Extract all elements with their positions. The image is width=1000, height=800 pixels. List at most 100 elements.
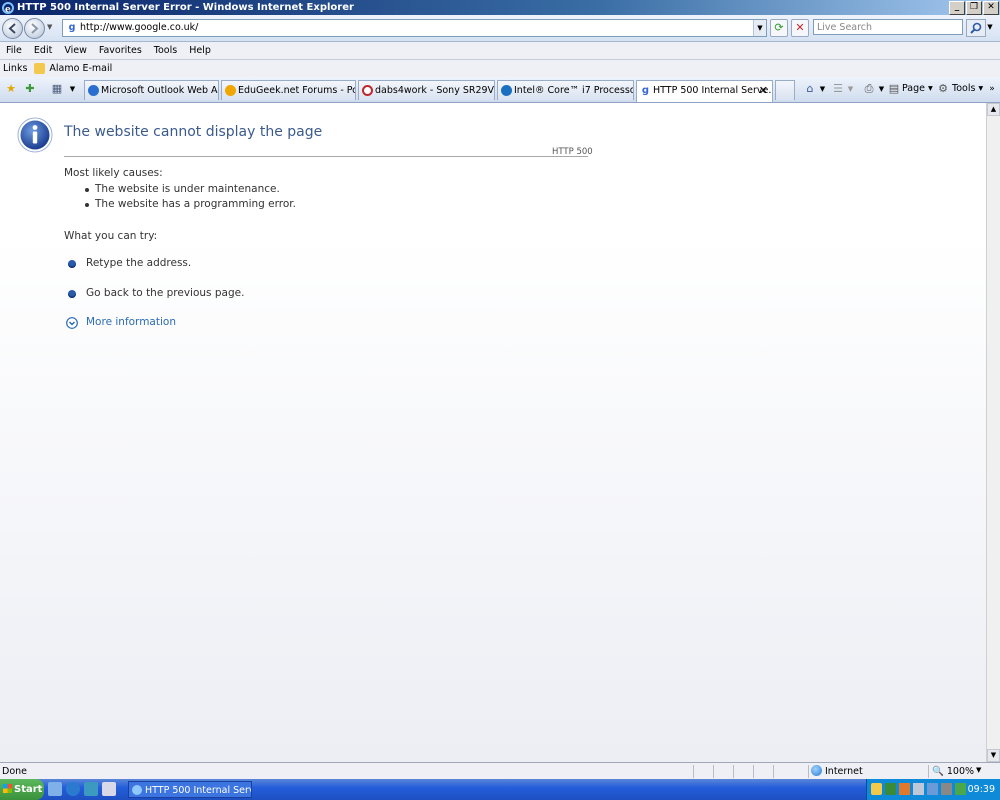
tab-outlook[interactable]: Microsoft Outlook Web Access: [84, 80, 219, 100]
system-tray: 09:39: [866, 779, 1000, 800]
tray-app-icon[interactable]: [899, 783, 910, 795]
security-zone: Internet: [825, 766, 863, 777]
stop-button[interactable]: ✕: [791, 19, 809, 37]
page-icon: ▤: [888, 82, 900, 95]
action-item: Go back to the previous page.: [86, 287, 245, 299]
chevron-more-icon[interactable]: »: [986, 80, 998, 98]
link-alamo-email[interactable]: Alamo E-mail: [49, 63, 112, 74]
task-label: HTTP 500 Internal Serve...: [145, 785, 251, 796]
shield-icon[interactable]: [871, 783, 882, 795]
quicklaunch-ie-icon[interactable]: [66, 782, 80, 796]
recent-pages-dropdown-icon[interactable]: ▼: [47, 23, 52, 31]
address-url: http://www.google.co.uk/: [80, 22, 199, 33]
add-to-favorites-icon[interactable]: ✚: [22, 80, 38, 98]
tab-http500[interactable]: g HTTP 500 Internal Serve... ✕: [636, 80, 773, 102]
error-title: The website cannot display the page: [64, 124, 323, 140]
print-dropdown-icon[interactable]: ▼: [877, 80, 886, 98]
menu-edit[interactable]: Edit: [34, 45, 52, 56]
window-titlebar: e HTTP 500 Internal Server Error - Windo…: [0, 0, 1000, 15]
menu-file[interactable]: File: [6, 45, 22, 56]
ie-page-icon: [88, 85, 99, 96]
tools-menu[interactable]: Tools ▾: [952, 80, 983, 98]
edugeek-favicon-icon: [225, 85, 236, 96]
windows-logo-icon: [3, 784, 12, 793]
action-bullet-icon: [68, 260, 76, 268]
zoom-level[interactable]: 🔍 100%: [932, 766, 974, 777]
status-divider: [753, 765, 754, 778]
address-dropdown-icon[interactable]: ▼: [753, 20, 766, 36]
search-options-dropdown-icon[interactable]: ▼: [985, 19, 995, 35]
feeds-icon[interactable]: ☰: [830, 80, 846, 98]
minimize-button[interactable]: _: [949, 1, 965, 15]
back-button[interactable]: [2, 18, 23, 39]
status-divider: [733, 765, 734, 778]
menu-help[interactable]: Help: [189, 45, 211, 56]
zoom-dropdown-icon[interactable]: ▼: [976, 766, 981, 774]
address-bar[interactable]: g http://www.google.co.uk/ ▼: [62, 19, 767, 37]
scroll-up-icon[interactable]: ▲: [987, 103, 1000, 116]
clock[interactable]: 09:39: [968, 779, 995, 800]
search-button[interactable]: [966, 19, 986, 37]
causes-heading: Most likely causes:: [64, 167, 163, 179]
home-icon[interactable]: ⌂: [801, 80, 819, 98]
refresh-button[interactable]: ⟳: [770, 19, 788, 37]
try-heading: What you can try:: [64, 230, 158, 242]
tab-list-dropdown-icon[interactable]: ▼: [68, 80, 77, 98]
bullet: [85, 203, 89, 207]
menu-bar: File Edit View Favorites Tools Help: [0, 42, 1000, 59]
volume-icon[interactable]: [941, 783, 952, 795]
expand-chevron-icon[interactable]: [66, 317, 78, 329]
cause-item: The website is under maintenance.: [95, 183, 280, 195]
start-button[interactable]: Start: [0, 779, 44, 800]
link-page-icon: [34, 63, 46, 74]
close-tab-icon[interactable]: ✕: [759, 81, 768, 101]
zoom-value: 100%: [946, 766, 975, 777]
svg-text:e: e: [5, 5, 11, 14]
page-menu[interactable]: Page ▾: [902, 80, 933, 98]
scroll-down-icon[interactable]: ▼: [987, 749, 1000, 762]
tab-row: ★ ✚ ▦ ▼ Microsoft Outlook Web Access Edu…: [0, 77, 1000, 103]
globe-icon: [811, 765, 822, 776]
zoom-icon: 🔍: [932, 766, 944, 777]
favorites-center-star-icon[interactable]: ★: [3, 80, 19, 98]
action-bullet-icon: [68, 290, 76, 298]
tools-menu-label: Tools: [952, 83, 976, 94]
menu-favorites[interactable]: Favorites: [99, 45, 142, 56]
quicklaunch-desktop-icon[interactable]: [48, 782, 62, 796]
tab-intel[interactable]: Intel® Core™ i7 Processor I...: [497, 80, 634, 100]
cause-item: The website has a programming error.: [95, 198, 296, 210]
tab-dabs4work[interactable]: dabs4work - Sony SR29VN/...: [358, 80, 495, 100]
menu-tools[interactable]: Tools: [154, 45, 177, 56]
vertical-scrollbar[interactable]: ▲ ▼: [986, 103, 1000, 762]
info-icon: [17, 117, 53, 153]
links-bar: Links Alamo E-mail: [0, 59, 1000, 77]
taskbar-item-ie[interactable]: HTTP 500 Internal Serve...: [128, 781, 252, 798]
search-input[interactable]: Live Search: [813, 19, 963, 35]
network-icon[interactable]: [913, 783, 924, 795]
tools-gear-icon: ⚙: [938, 82, 948, 95]
tab-label: EduGeek.net Forums - Post ...: [238, 85, 355, 96]
menu-view[interactable]: View: [64, 45, 87, 56]
new-tab-button[interactable]: [775, 80, 795, 100]
quicklaunch-app-icon[interactable]: [84, 782, 98, 796]
bullet: [85, 188, 89, 192]
restore-button[interactable]: ❐: [966, 1, 982, 15]
feeds-dropdown-icon[interactable]: ▼: [846, 80, 855, 98]
google-favicon-icon: g: [68, 22, 76, 33]
tray-app-icon[interactable]: [955, 783, 966, 795]
print-icon[interactable]: ⎙: [860, 80, 878, 98]
search-icon: [970, 22, 982, 34]
tab-edugeek[interactable]: EduGeek.net Forums - Post ...: [221, 80, 356, 100]
quicklaunch-doc-icon[interactable]: [102, 782, 116, 796]
home-dropdown-icon[interactable]: ▼: [818, 80, 827, 98]
quick-tabs-icon[interactable]: ▦: [48, 80, 66, 98]
internet-explorer-icon: e: [2, 1, 14, 14]
close-window-button[interactable]: ✕: [983, 1, 999, 15]
tab-label: Intel® Core™ i7 Processor I...: [514, 85, 633, 96]
forward-button[interactable]: [24, 18, 45, 39]
tray-app-icon[interactable]: [927, 783, 938, 795]
ie-task-icon: [132, 785, 142, 795]
status-divider: [693, 765, 694, 778]
antivirus-icon[interactable]: [885, 783, 896, 795]
more-information-link[interactable]: More information: [86, 316, 176, 328]
